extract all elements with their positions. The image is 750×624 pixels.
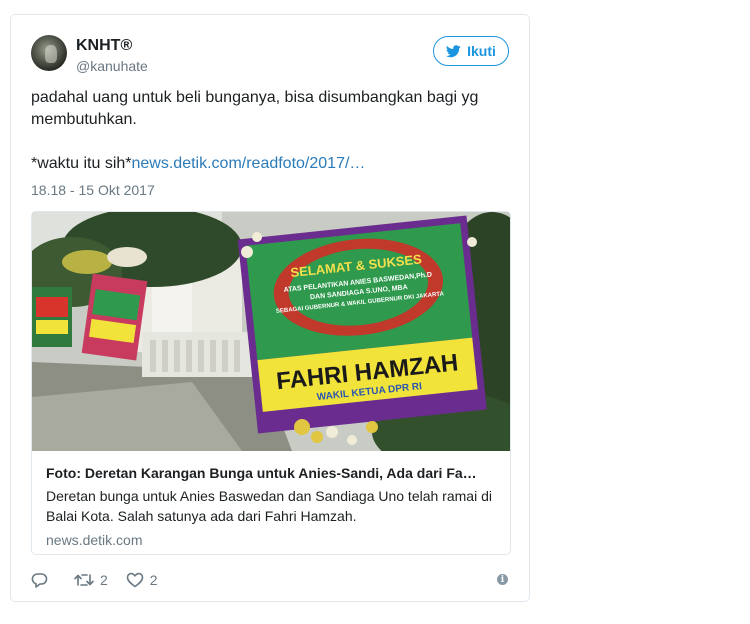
reply-button[interactable] bbox=[31, 572, 48, 588]
flower-board-photo: SELAMAT & SUKSES ATAS PELANTIKAN ANIES B… bbox=[32, 212, 510, 451]
user-handle[interactable]: @kanuhate bbox=[76, 58, 148, 74]
tweet-text: padahal uang untuk beli bunganya, bisa d… bbox=[31, 87, 511, 175]
like-count: 2 bbox=[149, 572, 158, 588]
reply-icon bbox=[31, 573, 48, 588]
user-name[interactable]: KNHT® bbox=[76, 37, 132, 55]
tweet-actions: 2 2 bbox=[31, 569, 158, 591]
card-body[interactable]: Foto: Deretan Karangan Bunga untuk Anies… bbox=[32, 452, 510, 554]
card-title[interactable]: Foto: Deretan Karangan Bunga untuk Anies… bbox=[46, 464, 496, 482]
tweet-link[interactable]: news.detik.com/readfoto/2017/… bbox=[132, 155, 366, 172]
follow-label: Ikuti bbox=[467, 43, 496, 59]
retweet-button[interactable]: 2 bbox=[74, 572, 108, 588]
card-description: Deretan bunga untuk Anies Baswedan dan S… bbox=[46, 488, 492, 524]
like-button[interactable]: 2 bbox=[126, 572, 158, 588]
tweet-line-3-prefix: *waktu itu sih* bbox=[31, 155, 132, 172]
tweet-line-2: membutuhkan. bbox=[31, 111, 137, 128]
card-domain: news.detik.com bbox=[46, 532, 143, 548]
card-image[interactable]: SELAMAT & SUKSES ATAS PELANTIKAN ANIES B… bbox=[32, 212, 510, 451]
follow-button[interactable]: Ikuti bbox=[433, 36, 509, 66]
tweet-timestamp[interactable]: 18.18 - 15 Okt 2017 bbox=[31, 182, 155, 198]
retweet-icon bbox=[74, 574, 94, 586]
tweet-card: KNHT® @kanuhate Ikuti padahal uang untuk… bbox=[10, 14, 530, 602]
twitter-bird-icon bbox=[446, 44, 461, 57]
link-card[interactable]: SELAMAT & SUKSES ATAS PELANTIKAN ANIES B… bbox=[31, 211, 511, 555]
avatar[interactable] bbox=[31, 35, 67, 71]
tweet-line-1: padahal uang untuk beli bunganya, bisa d… bbox=[31, 89, 479, 106]
info-icon[interactable]: i bbox=[497, 574, 508, 585]
retweet-count: 2 bbox=[100, 572, 108, 588]
heart-icon bbox=[126, 572, 144, 588]
tweet-line-3: *waktu itu sih*news.detik.com/readfoto/2… bbox=[31, 153, 511, 175]
